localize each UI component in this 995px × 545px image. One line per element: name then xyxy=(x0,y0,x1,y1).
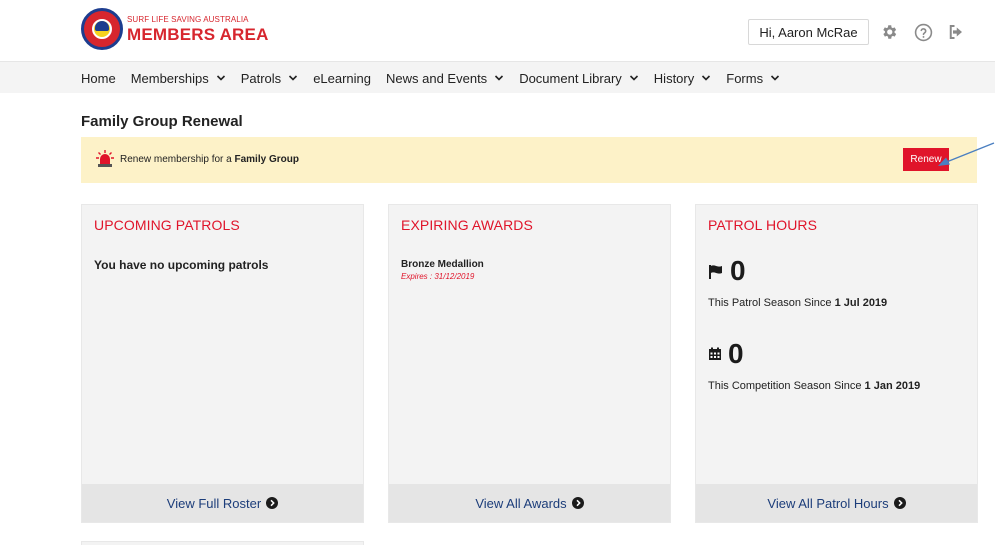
card-title: UPCOMING PATROLS xyxy=(94,217,240,233)
competition-season-since: 1 Jan 2019 xyxy=(864,380,921,392)
nav-items: Home Memberships Patrols eLearning News … xyxy=(81,62,795,94)
circle-arrow-right-icon xyxy=(893,497,906,509)
nav-item-history[interactable]: History xyxy=(654,71,711,86)
footer-label: View All Patrol Hours xyxy=(767,495,889,511)
competition-hours-number: 0 xyxy=(728,338,744,369)
chevron-down-icon xyxy=(495,75,504,81)
annotation-arrow-icon xyxy=(938,142,995,166)
nav-item-elearning[interactable]: eLearning xyxy=(313,71,371,86)
nav-label: History xyxy=(653,70,695,86)
patrol-hours-number: 0 xyxy=(730,255,746,286)
card-title: EXPIRING AWARDS xyxy=(401,217,533,233)
renewal-alert: Renew membership for a Family Group Rene… xyxy=(81,137,977,183)
expiring-awards-card: EXPIRING AWARDS Bronze Medallion Expires… xyxy=(388,204,671,523)
nav-label: Document Library xyxy=(519,70,622,86)
competition-season-label: This Competition Season Since xyxy=(708,380,865,392)
circle-arrow-right-icon xyxy=(571,497,584,509)
footer-label: View Full Roster xyxy=(166,495,262,511)
nav-label: Home xyxy=(81,70,116,86)
siren-icon xyxy=(96,150,114,167)
award-expiry: Expires : 31/12/2019 xyxy=(401,272,475,281)
competition-hours-value: 0 xyxy=(708,338,744,370)
chevron-down-icon xyxy=(629,75,638,81)
nav-item-forms[interactable]: Forms xyxy=(726,71,780,86)
view-all-patrol-hours-link[interactable]: View All Patrol Hours xyxy=(696,484,977,522)
flag-icon xyxy=(709,265,722,279)
card-title: PATROL HOURS xyxy=(708,217,818,233)
page-title: Family Group Renewal xyxy=(81,113,243,130)
nav-label: eLearning xyxy=(313,70,372,86)
patrol-hours-value: 0 xyxy=(708,255,746,287)
nav-label: Patrols xyxy=(240,70,282,86)
view-all-awards-link[interactable]: View All Awards xyxy=(389,484,670,522)
nav-item-patrols[interactable]: Patrols xyxy=(241,71,298,86)
footer-label: View All Awards xyxy=(475,495,567,511)
alert-text-bold: Family Group xyxy=(234,154,299,165)
logo-title: MEMBERS AREA xyxy=(127,24,269,44)
nav-item-home[interactable]: Home xyxy=(81,71,116,86)
nav-label: Memberships xyxy=(130,70,209,86)
sls-badge-icon xyxy=(81,8,123,50)
logo-text: SURF LIFE SAVING AUSTRALIA MEMBERS AREA xyxy=(127,14,269,44)
next-card-partial xyxy=(81,541,364,545)
competition-season-text: This Competition Season Since 1 Jan 2019 xyxy=(708,380,920,392)
chevron-down-icon xyxy=(216,75,225,81)
nav-item-memberships[interactable]: Memberships xyxy=(131,71,226,86)
logout-icon[interactable] xyxy=(945,21,967,43)
site-header: SURF LIFE SAVING AUSTRALIA MEMBERS AREA … xyxy=(0,0,995,62)
patrol-season-since: 1 Jul 2019 xyxy=(834,297,888,309)
upcoming-patrols-card: UPCOMING PATROLS You have no upcoming pa… xyxy=(81,204,364,523)
logo-subtitle: SURF LIFE SAVING AUSTRALIA xyxy=(127,14,249,24)
user-greeting-button[interactable]: Hi, Aaron McRae xyxy=(748,19,869,45)
alert-text: Renew membership for a Family Group xyxy=(120,154,299,165)
sls-logo[interactable]: SURF LIFE SAVING AUSTRALIA MEMBERS AREA xyxy=(81,8,269,50)
nav-label: News and Events xyxy=(386,70,488,86)
gear-icon[interactable] xyxy=(878,21,900,43)
circle-arrow-right-icon xyxy=(266,497,279,509)
chevron-down-icon xyxy=(771,75,780,81)
calendar-icon xyxy=(709,347,721,360)
nav-item-document-library[interactable]: Document Library xyxy=(519,71,639,86)
alert-text-prefix: Renew membership for a xyxy=(120,154,235,165)
patrol-hours-card: PATROL HOURS 0 This Patrol Season Since … xyxy=(695,204,978,523)
chevron-down-icon xyxy=(702,75,711,81)
patrol-season-label: This Patrol Season Since xyxy=(708,297,835,309)
help-icon[interactable] xyxy=(912,21,934,43)
chevron-down-icon xyxy=(289,75,298,81)
no-patrols-text: You have no upcoming patrols xyxy=(94,258,269,272)
view-full-roster-link[interactable]: View Full Roster xyxy=(82,484,363,522)
nav-item-news-and-events[interactable]: News and Events xyxy=(386,71,504,86)
patrol-season-text: This Patrol Season Since 1 Jul 2019 xyxy=(708,297,887,309)
award-name: Bronze Medallion xyxy=(401,259,484,270)
nav-label: Forms xyxy=(726,70,764,86)
main-nav: Home Memberships Patrols eLearning News … xyxy=(0,61,995,93)
